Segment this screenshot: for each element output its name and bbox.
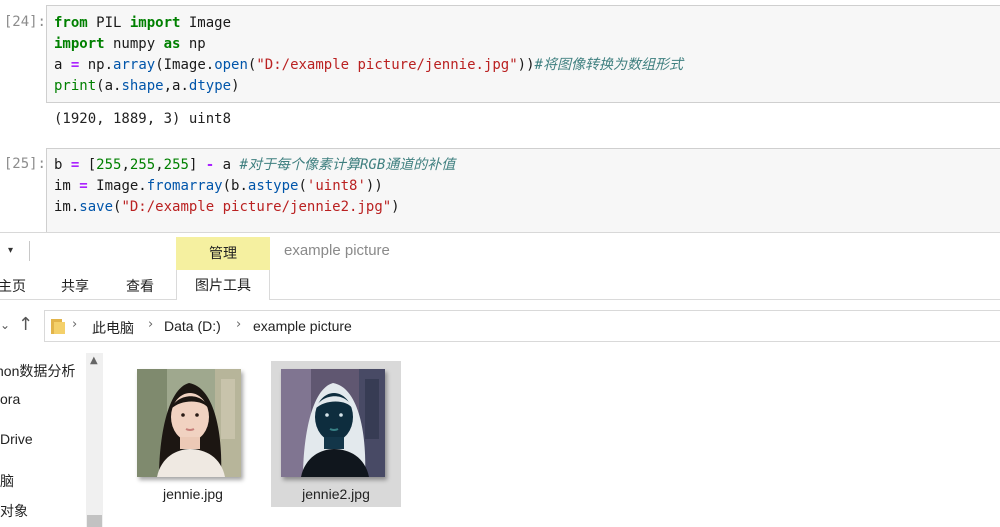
quick-access-dropdown-icon[interactable]: ▾ [8, 245, 13, 256]
navigation-pane: non数据分析 ora Drive 脑 对象 ▲ [0, 353, 104, 527]
tab-picture-tools[interactable]: 图片工具 [176, 270, 270, 300]
file-name: jennie2.jpg [302, 486, 370, 502]
scroll-up-icon[interactable]: ▲ [90, 355, 98, 366]
image-thumbnail [281, 369, 385, 477]
code-cell-24[interactable]: from PIL import Image import numpy as np… [46, 5, 1000, 103]
ribbon-tab-bar: 主页 共享 查看 图片工具 [0, 270, 1000, 300]
chevron-right-icon[interactable]: › [236, 317, 241, 332]
image-thumbnail [137, 369, 241, 477]
address-bar[interactable]: › 此电脑 › Data (D:) › example picture [44, 310, 1000, 342]
tab-view[interactable]: 查看 [126, 276, 154, 296]
code-line: a = np.array(Image.open("D:/example pict… [54, 57, 683, 73]
toolbar-divider [29, 241, 30, 261]
nav-item-python-analysis[interactable]: non数据分析 [0, 361, 75, 381]
code-line: from PIL import Image [54, 15, 232, 31]
file-name: jennie.jpg [163, 486, 223, 502]
code-line: print(a.shape,a.dtype) [54, 78, 240, 94]
code-line: b = [255,255,255] - a #对于每个像素计算RGB通道的补值 [54, 157, 456, 173]
code-line: im.save("D:/example picture/jennie2.jpg"… [54, 199, 400, 215]
file-item-jennie2[interactable]: jennie2.jpg [271, 361, 401, 507]
breadcrumb-example-picture[interactable]: example picture [253, 318, 352, 334]
window-title: example picture [284, 242, 390, 259]
up-arrow-icon[interactable]: ↑ [18, 314, 33, 335]
nav-item-computer[interactable]: 脑 [0, 471, 14, 491]
cell-prompt-25: [25]: [3, 156, 46, 172]
nav-item-ora[interactable]: ora [0, 391, 20, 407]
scrollbar-thumb[interactable] [87, 515, 102, 527]
recent-locations-icon[interactable]: ⌄ [0, 318, 10, 332]
breadcrumb-this-pc[interactable]: 此电脑 [92, 318, 134, 338]
cell-output-24: (1920, 1889, 3) uint8 [54, 111, 232, 127]
chevron-right-icon[interactable]: › [148, 317, 153, 332]
nav-item-drive[interactable]: Drive [0, 431, 33, 447]
nav-scrollbar[interactable]: ▲ [86, 353, 103, 527]
breadcrumb-data-drive[interactable]: Data (D:) [164, 318, 221, 334]
address-row: ⌄ ↑ › 此电脑 › Data (D:) › example picture [0, 310, 1000, 342]
folder-icon [51, 319, 65, 334]
file-item-jennie[interactable]: jennie.jpg [128, 363, 258, 509]
nav-item-objects[interactable]: 对象 [0, 501, 28, 521]
chevron-right-icon[interactable]: › [72, 317, 77, 332]
file-explorer-window: ▾ 管理 example picture 主页 共享 查看 图片工具 ⌄ ↑ ›… [0, 232, 1000, 527]
code-cell-25[interactable]: b = [255,255,255] - a #对于每个像素计算RGB通道的补值 … [46, 148, 1000, 232]
tab-share[interactable]: 共享 [61, 276, 89, 296]
jupyter-notebook: [24]: from PIL import Image import numpy… [0, 0, 1000, 232]
tab-manage[interactable]: 管理 [176, 237, 270, 270]
code-line: im = Image.fromarray(b.astype('uint8')) [54, 178, 383, 194]
cell-prompt-24: [24]: [3, 14, 46, 30]
tab-home[interactable]: 主页 [0, 276, 26, 296]
code-line: import numpy as np [54, 36, 206, 52]
